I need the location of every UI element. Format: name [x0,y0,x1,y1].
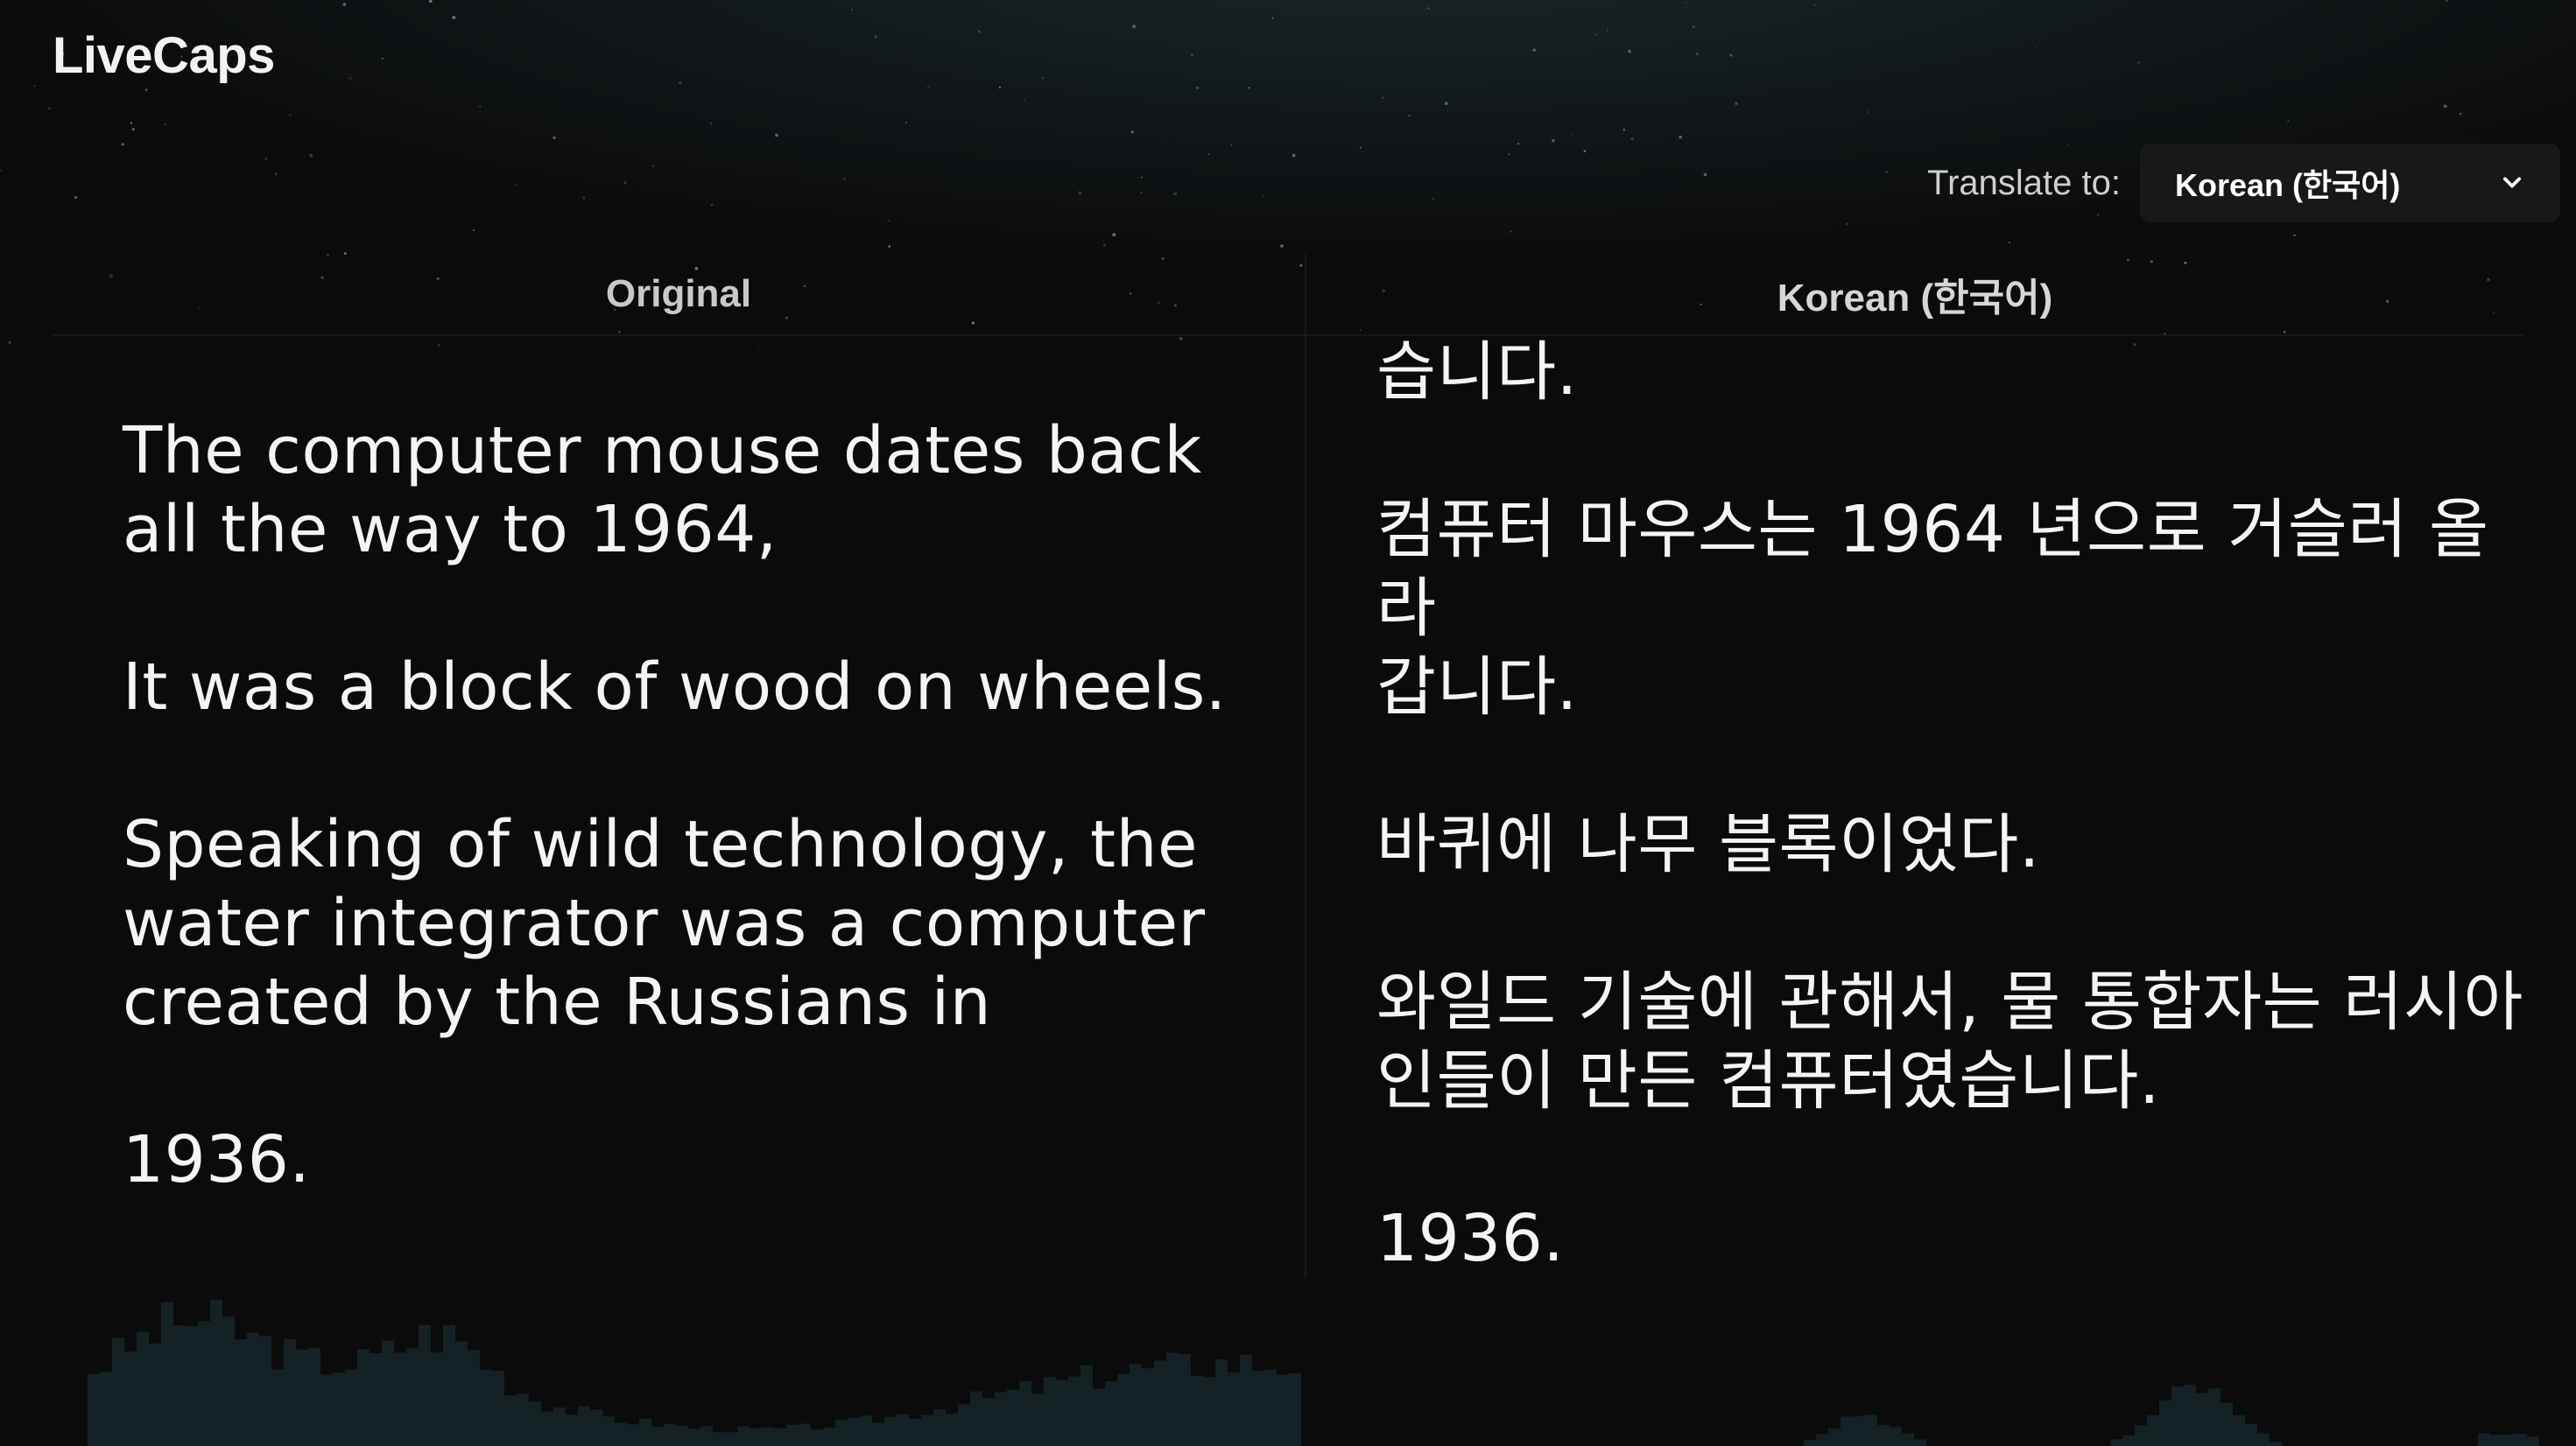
transcript-paragraph: 바퀴에 나무 블록이었다. [1376,807,2040,882]
transcript-paragraph: 습니다. [1376,334,1578,410]
transcript-paragraph: 1936. [123,1122,311,1197]
transcript-paragraph: The computer mouse dates back all the wa… [123,413,1202,567]
translated-transcript: 습니다. 컴퓨터 마우스는 1964 년으로 거슬러 올라 갑니다. 바퀴에 나… [1376,333,2541,1278]
transcript-paragraph: 와일드 기술에 관해서, 물 통합자는 러시아 인들이 만든 컴퓨터였습니다. [1376,965,2523,1119]
translate-label: Translate to: [1927,163,2121,202]
original-transcript: The computer mouse dates back all the wa… [123,411,1270,1199]
transcript-paragraph: Speaking of wild technology, the water i… [123,807,1206,1040]
language-select[interactable]: Korean (한국어) [2140,144,2560,222]
app-title: LiveCaps [53,27,275,84]
app-window: LiveCaps Translate to: Korean (한국어) Orig… [0,0,2576,1446]
language-select-value: Korean (한국어) [2175,167,2401,203]
original-column-header: Original [53,254,1305,336]
transcript-paragraph: 1936. [1376,1201,1565,1276]
translated-column-header: Korean (한국어) [1306,254,2523,336]
chevron-down-icon [2499,170,2525,196]
original-column: Original The computer mouse dates back a… [53,254,1306,1278]
translate-controls: Translate to: Korean (한국어) [1927,144,2560,222]
transcript-paragraph: It was a block of wood on wheels. [123,649,1227,725]
audio-waveform [88,1299,2539,1446]
transcript-paragraph: 컴퓨터 마우스는 1964 년으로 거슬러 올라 갑니다. [1376,492,2489,725]
